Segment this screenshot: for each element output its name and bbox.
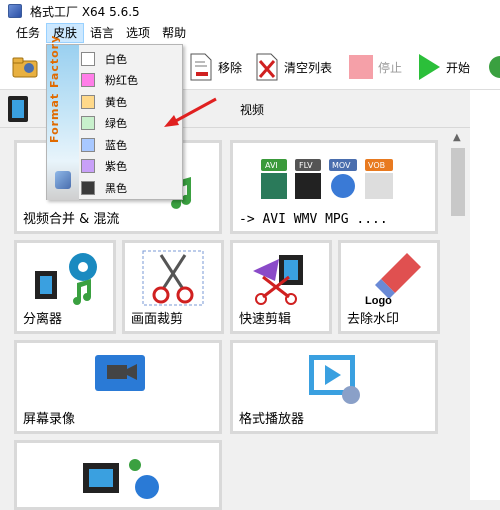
red-arrow-icon bbox=[164, 97, 217, 127]
video-globe-icon bbox=[83, 459, 159, 499]
output-folder-button[interactable] bbox=[12, 52, 38, 82]
color-swatch bbox=[81, 180, 95, 195]
tile-player-label: 格式播放器 bbox=[239, 412, 305, 427]
globe-icon bbox=[489, 56, 500, 78]
skin-option-6[interactable]: 黑色 bbox=[81, 177, 181, 198]
remove-button[interactable]: 移除 bbox=[188, 52, 242, 82]
tile-watermark[interactable]: Logo 去除水印 bbox=[338, 240, 440, 334]
tile-screen-record[interactable]: 屏幕录像 bbox=[14, 340, 222, 434]
start-label: 开始 bbox=[446, 60, 471, 75]
scissors-icon bbox=[142, 250, 204, 306]
globe-button[interactable] bbox=[486, 52, 500, 82]
brand-text: Format Factory bbox=[48, 34, 61, 143]
color-swatch bbox=[81, 73, 95, 87]
menu-options[interactable]: 选项 bbox=[120, 23, 156, 43]
tile-quick-cut[interactable]: 快速剪辑 bbox=[230, 240, 332, 334]
color-swatch bbox=[81, 159, 95, 173]
badge-mov: MOV bbox=[332, 161, 351, 170]
category-label: 视频 bbox=[240, 103, 265, 117]
tile-separate-label: 分离器 bbox=[23, 312, 63, 327]
skin-option-label: 紫色 bbox=[105, 160, 127, 173]
right-panel bbox=[470, 90, 500, 500]
skin-option-label: 粉红色 bbox=[105, 74, 138, 87]
skin-option-label: 绿色 bbox=[105, 117, 127, 130]
badge-vob: VOB bbox=[368, 161, 385, 170]
stop-icon bbox=[349, 55, 373, 79]
clear-list-button[interactable]: 清空列表 bbox=[254, 52, 332, 82]
splitter-icon bbox=[35, 253, 97, 305]
tile-separate[interactable]: 分离器 bbox=[14, 240, 116, 334]
skin-option-label: 蓝色 bbox=[105, 138, 127, 152]
remove-label: 移除 bbox=[218, 60, 243, 75]
format-badges-icon: AVI FLV MOV VOB bbox=[261, 159, 393, 199]
menu-task[interactable]: 任务 bbox=[10, 23, 46, 43]
stop-label: 停止 bbox=[378, 60, 403, 75]
window-title: 格式工厂 X64 5.6.5 bbox=[30, 4, 140, 19]
menu-help[interactable]: 帮助 bbox=[156, 23, 192, 43]
color-swatch bbox=[81, 94, 95, 109]
scroll-up-icon[interactable]: ▲ bbox=[453, 132, 461, 143]
brand-band: Format Factory bbox=[47, 35, 79, 200]
tile-crop[interactable]: 画面裁剪 bbox=[122, 240, 224, 334]
skin-option-4[interactable]: 蓝色 bbox=[81, 134, 181, 155]
skin-option-label: 黑色 bbox=[105, 181, 127, 195]
brand-logo-icon bbox=[55, 171, 71, 189]
title-bar: 格式工厂 X64 5.6.5 bbox=[0, 0, 500, 22]
tile-merge-label: 视频合并 & 混流 bbox=[23, 212, 120, 227]
badge-flv: FLV bbox=[299, 161, 313, 170]
player-icon bbox=[309, 355, 360, 404]
skin-option-0[interactable]: 白色 bbox=[81, 48, 181, 69]
color-swatch bbox=[81, 116, 95, 130]
clear-list-icon bbox=[256, 53, 278, 81]
film-icon bbox=[8, 96, 28, 122]
skin-option-label: 白色 bbox=[105, 52, 127, 66]
menu-bar: 任务 皮肤 语言 选项 帮助 bbox=[0, 22, 500, 44]
badge-avi: AVI bbox=[265, 161, 278, 170]
clear-list-label: 清空列表 bbox=[284, 60, 333, 75]
skin-option-label: 黄色 bbox=[105, 95, 127, 109]
app-icon bbox=[8, 4, 22, 18]
scrollbar-thumb[interactable] bbox=[451, 148, 465, 216]
tile-quick-cut-label: 快速剪辑 bbox=[239, 312, 292, 327]
tile-player[interactable]: 格式播放器 bbox=[230, 340, 438, 434]
tile-screen-record-label: 屏幕录像 bbox=[23, 412, 76, 427]
start-button[interactable]: 开始 bbox=[416, 52, 470, 82]
format-badges: AVI FLV MOV VOB bbox=[257, 157, 417, 201]
menu-language[interactable]: 语言 bbox=[84, 23, 120, 43]
screen-record-icon bbox=[95, 355, 145, 391]
color-swatch bbox=[81, 51, 95, 66]
color-swatch bbox=[81, 137, 95, 152]
remove-doc-icon bbox=[190, 53, 212, 81]
folder-icon bbox=[12, 57, 38, 78]
tile-convert-label: -> AVI WMV MPG .... bbox=[239, 212, 388, 227]
tile-convert[interactable]: AVI FLV MOV VOB -> AVI WMV MPG .... bbox=[230, 140, 438, 234]
play-icon bbox=[419, 54, 440, 80]
tile-watermark-label: 去除水印 bbox=[347, 312, 400, 327]
skin-option-1[interactable]: 粉红色 bbox=[81, 70, 181, 91]
logo-text: Logo bbox=[365, 295, 392, 307]
quick-cut-icon bbox=[253, 255, 303, 305]
skin-option-5[interactable]: 紫色 bbox=[81, 156, 181, 177]
stop-button[interactable]: 停止 bbox=[348, 52, 402, 82]
tile-crop-label: 画面裁剪 bbox=[131, 312, 184, 327]
